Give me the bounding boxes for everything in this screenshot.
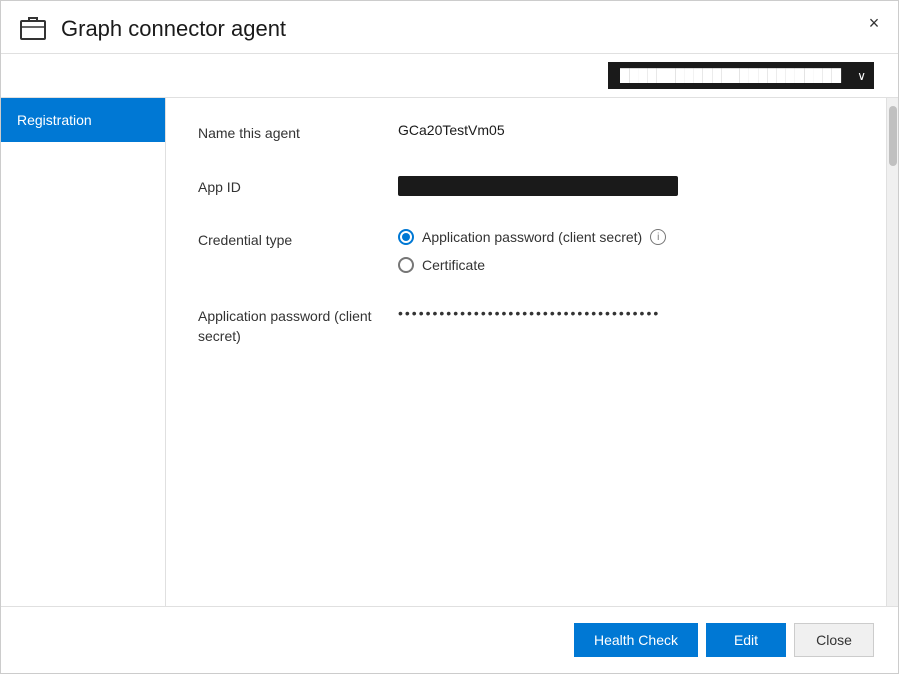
title-bar: Graph connector agent × [1, 1, 898, 54]
name-agent-label: Name this agent [198, 122, 398, 144]
dialog-footer: Health Check Edit Close [1, 606, 898, 673]
main-content: Registration Name this agent GCa20TestVm… [1, 98, 898, 606]
scrollbar-thumb[interactable] [889, 106, 897, 166]
radio-app-password[interactable] [398, 229, 414, 245]
dialog: Graph connector agent × ████████████████… [0, 0, 899, 674]
app-icon [17, 13, 49, 45]
sidebar-item-registration[interactable]: Registration [1, 98, 165, 142]
radio-option-certificate[interactable]: Certificate [398, 257, 666, 273]
name-agent-value: GCa20TestVm05 [398, 122, 854, 138]
credential-type-row: Credential type Application password (cl… [198, 229, 854, 273]
scrollbar-track[interactable] [886, 98, 898, 606]
app-password-label: Application password (client secret) [198, 305, 398, 346]
radio-certificate-label: Certificate [422, 257, 485, 273]
radio-option-app-password[interactable]: Application password (client secret) i [398, 229, 666, 245]
sidebar: Registration [1, 98, 166, 606]
info-icon-app-password[interactable]: i [650, 229, 666, 245]
app-id-row: App ID [198, 176, 854, 198]
credential-type-label: Credential type [198, 229, 398, 251]
app-password-row: Application password (client secret) •••… [198, 305, 854, 346]
form-area: Name this agent GCa20TestVm05 App ID Cre… [166, 98, 886, 606]
agent-dropdown-row: ████████████████████████ [1, 54, 898, 98]
credential-type-options: Application password (client secret) i C… [398, 229, 666, 273]
app-id-value [398, 176, 678, 196]
agent-dropdown[interactable]: ████████████████████████ [608, 62, 874, 89]
close-dialog-button[interactable]: Close [794, 623, 874, 657]
edit-button[interactable]: Edit [706, 623, 786, 657]
radio-app-password-label: Application password (client secret) [422, 229, 642, 245]
dialog-title: Graph connector agent [61, 16, 286, 42]
name-agent-row: Name this agent GCa20TestVm05 [198, 122, 854, 144]
agent-dropdown-wrapper: ████████████████████████ [608, 62, 874, 89]
radio-certificate[interactable] [398, 257, 414, 273]
app-id-label: App ID [198, 176, 398, 198]
app-password-value: •••••••••••••••••••••••••••••••••••••• [398, 305, 660, 321]
window-close-button[interactable]: × [862, 11, 886, 35]
health-check-button[interactable]: Health Check [574, 623, 698, 657]
